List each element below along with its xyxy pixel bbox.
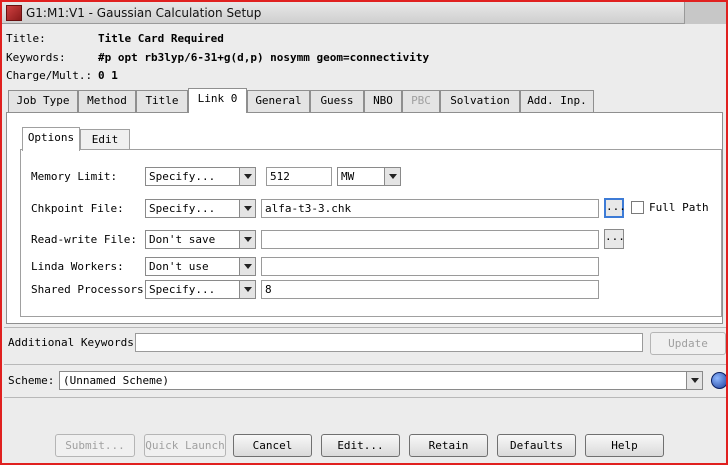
charge-value: 0 1 bbox=[98, 69, 118, 82]
chkpoint-browse-button[interactable]: ... bbox=[604, 198, 626, 218]
linda-mode-select[interactable]: Don't use bbox=[145, 257, 256, 276]
submit-button[interactable]: Submit... bbox=[55, 434, 135, 457]
defaults-button[interactable]: Defaults bbox=[497, 434, 576, 457]
tab-add-inp[interactable]: Add. Inp. bbox=[520, 90, 594, 112]
tab-nbo[interactable]: NBO bbox=[364, 90, 402, 112]
keywords-label: Keywords: bbox=[6, 51, 66, 64]
scheme-label: Scheme: bbox=[8, 374, 55, 387]
full-path-checkbox[interactable] bbox=[631, 201, 644, 214]
shared-processors-label: Shared Processors: bbox=[31, 283, 151, 296]
chkpoint-file-input[interactable]: alfa-t3-3.chk bbox=[261, 199, 599, 218]
chevron-down-icon[interactable] bbox=[239, 281, 255, 298]
globe-icon[interactable] bbox=[711, 372, 726, 389]
edit-button[interactable]: Edit... bbox=[321, 434, 400, 457]
shared-mode-value: Specify... bbox=[149, 283, 216, 296]
title-value: Title Card Required bbox=[98, 32, 224, 45]
full-path-label: Full Path bbox=[649, 201, 709, 214]
separator bbox=[4, 397, 726, 398]
chevron-down-icon[interactable] bbox=[384, 168, 400, 185]
chevron-down-icon[interactable] bbox=[239, 258, 255, 275]
tab-title[interactable]: Title bbox=[136, 90, 188, 112]
memory-value-input[interactable]: 512 bbox=[266, 167, 332, 186]
separator bbox=[4, 364, 726, 365]
tab-general[interactable]: General bbox=[247, 90, 310, 112]
shared-processors-input[interactable]: 8 bbox=[261, 280, 599, 299]
tab-method[interactable]: Method bbox=[78, 90, 136, 112]
chevron-down-icon[interactable] bbox=[686, 372, 702, 389]
memory-limit-label: Memory Limit: bbox=[31, 170, 118, 183]
tab-guess[interactable]: Guess bbox=[310, 90, 364, 112]
scheme-value: (Unnamed Scheme) bbox=[63, 374, 169, 387]
keywords-value: #p opt rb3lyp/6-31+g(d,p) nosymm geom=co… bbox=[98, 51, 430, 64]
scheme-select[interactable]: (Unnamed Scheme) bbox=[59, 371, 703, 390]
linda-workers-label: Linda Workers: bbox=[31, 260, 124, 273]
tab-link0[interactable]: Link 0 bbox=[188, 88, 247, 113]
shared-mode-select[interactable]: Specify... bbox=[145, 280, 256, 299]
help-button[interactable]: Help bbox=[585, 434, 664, 457]
gaussian-setup-window: G1:M1:V1 - Gaussian Calculation Setup Ti… bbox=[0, 0, 728, 465]
additional-keywords-label: Additional Keywords: bbox=[8, 336, 141, 349]
readwrite-browse-button[interactable]: ... bbox=[604, 229, 625, 249]
charge-label: Charge/Mult.: bbox=[6, 69, 93, 82]
window-titlebar[interactable]: G1:M1:V1 - Gaussian Calculation Setup bbox=[2, 2, 726, 24]
subtab-options[interactable]: Options bbox=[22, 127, 80, 151]
chkpoint-mode-select[interactable]: Specify... bbox=[145, 199, 256, 218]
update-button[interactable]: Update bbox=[650, 332, 726, 355]
readwrite-file-input[interactable] bbox=[261, 230, 599, 249]
chevron-down-icon[interactable] bbox=[239, 168, 255, 185]
linda-mode-value: Don't use bbox=[149, 260, 209, 273]
tab-job-type[interactable]: Job Type bbox=[8, 90, 78, 112]
chkpoint-file-label: Chkpoint File: bbox=[31, 202, 124, 215]
readwrite-mode-value: Don't save bbox=[149, 233, 216, 246]
readwrite-file-label: Read-write File: bbox=[31, 233, 137, 246]
chkpoint-mode-value: Specify... bbox=[149, 202, 216, 215]
app-icon bbox=[6, 5, 22, 21]
chevron-down-icon[interactable] bbox=[239, 200, 255, 217]
chevron-down-icon[interactable] bbox=[239, 231, 255, 248]
subtab-edit[interactable]: Edit bbox=[80, 129, 130, 150]
window-close-button[interactable] bbox=[684, 2, 726, 24]
memory-unit-value: MW bbox=[341, 170, 355, 183]
window-title: G1:M1:V1 - Gaussian Calculation Setup bbox=[26, 6, 262, 20]
readwrite-mode-select[interactable]: Don't save bbox=[145, 230, 256, 249]
cancel-button[interactable]: Cancel bbox=[233, 434, 312, 457]
separator bbox=[4, 327, 726, 328]
retain-button[interactable]: Retain bbox=[409, 434, 488, 457]
additional-keywords-input[interactable] bbox=[135, 333, 643, 352]
quick-launch-button[interactable]: Quick Launch bbox=[144, 434, 226, 457]
memory-mode-value: Specify... bbox=[149, 170, 216, 183]
tab-pbc: PBC bbox=[402, 90, 440, 112]
memory-mode-select[interactable]: Specify... bbox=[145, 167, 256, 186]
tab-solvation[interactable]: Solvation bbox=[440, 90, 520, 112]
memory-unit-select[interactable]: MW bbox=[337, 167, 401, 186]
linda-workers-input[interactable] bbox=[261, 257, 599, 276]
title-label: Title: bbox=[6, 32, 46, 45]
